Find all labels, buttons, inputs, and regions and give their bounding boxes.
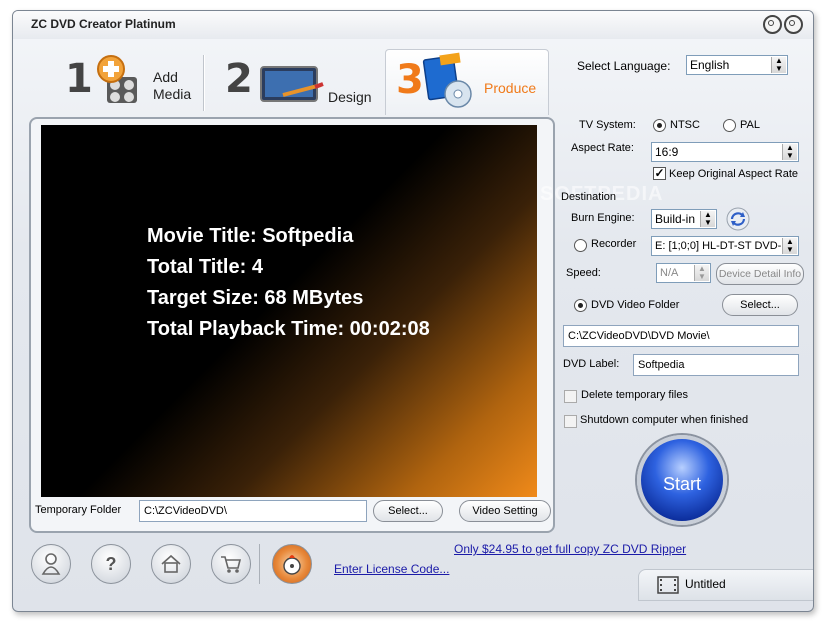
keep-aspect-label: Keep Original Aspect Rate (669, 168, 799, 180)
spin-arrows-icon: ▲ ▼ (782, 238, 797, 254)
home-button[interactable] (151, 544, 191, 584)
add-media-icon (97, 55, 137, 103)
license-link[interactable]: Enter License Code... (334, 562, 449, 576)
preview-screen: Movie Title: Softpedia Total Title: 4 Ta… (41, 125, 537, 497)
speed-label: Speed: (566, 267, 601, 279)
aspect-rate-select[interactable]: 16:9 ▲ ▼ (651, 142, 799, 162)
burn-engine-label: Burn Engine: (571, 212, 635, 224)
recorder-value: E: [1;0;0] HL-DT-ST DVD- (655, 240, 782, 252)
pal-label: PAL (740, 119, 760, 131)
film-icon (657, 576, 679, 594)
temp-folder-value: C:\ZCVideoDVD\ (144, 505, 227, 517)
tab-produce[interactable]: 3 Produce (385, 49, 549, 115)
spin-arrows-icon: ▲ ▼ (782, 144, 797, 160)
temp-folder-input[interactable]: C:\ZCVideoDVD\ (139, 500, 367, 522)
video-setting-button[interactable]: Video Setting (459, 500, 551, 522)
delete-temp-label: Delete temporary files (581, 389, 688, 401)
spin-arrows-icon: ▲ ▼ (694, 265, 709, 281)
temp-folder-select-button[interactable]: Select... (373, 500, 443, 522)
spin-arrows-icon: ▲ ▼ (700, 211, 715, 227)
user-button[interactable] (31, 544, 71, 584)
project-status: Untitled (638, 569, 813, 601)
language-select[interactable]: English ▲ ▼ (686, 55, 788, 75)
ntsc-radio[interactable] (653, 119, 666, 132)
tv-system-label: TV System: (579, 119, 636, 131)
recorder-radio[interactable] (574, 239, 587, 252)
tab-number: 1 (65, 56, 93, 102)
aspect-rate-label: Aspect Rate: (571, 142, 634, 154)
preview-playback-time: Total Playback Time: 00:02:08 (147, 318, 430, 340)
preview-panel: Movie Title: Softpedia Total Title: 4 Ta… (29, 117, 555, 533)
help-icon: ? (105, 554, 117, 574)
temp-folder-label: Temporary Folder (35, 504, 122, 516)
tab-design[interactable]: 2 Design (213, 51, 383, 113)
dvd-folder-select-button[interactable]: Select... (722, 294, 798, 316)
design-icon (260, 66, 324, 102)
burn-button[interactable] (272, 544, 312, 584)
spin-arrows-icon: ▲ ▼ (771, 57, 786, 73)
speed-select[interactable]: N/A ▲ ▼ (656, 263, 711, 283)
help-button[interactable]: ? (91, 544, 131, 584)
shutdown-label: Shutdown computer when finished (580, 414, 749, 426)
close-button[interactable] (784, 15, 803, 34)
minimize-button[interactable] (763, 15, 782, 34)
dvd-label-input[interactable]: Softpedia (633, 354, 799, 376)
window-title: ZC DVD Creator Platinum (31, 17, 176, 31)
step-tabs: 1 Add Media 2 Design 3 Produce Select La… (13, 41, 813, 116)
destination-label: Destination (561, 191, 617, 203)
language-value: English (690, 58, 730, 72)
dvd-label-label: DVD Label: (563, 358, 620, 370)
dvd-folder-radio[interactable] (574, 299, 587, 312)
dvd-label-value: Softpedia (638, 359, 685, 371)
burn-engine-select[interactable]: Build-in ▲ ▼ (651, 209, 717, 229)
preview-total-title: Total Title: 4 (147, 256, 263, 278)
keep-aspect-checkbox[interactable]: ✓ (653, 167, 666, 180)
tab-label: Produce (484, 80, 537, 96)
home-icon (161, 554, 181, 573)
tab-number: 2 (225, 56, 253, 102)
ntsc-label: NTSC (670, 119, 700, 131)
delete-temp-checkbox[interactable] (564, 390, 577, 403)
preview-target-size: Target Size: 68 MBytes (147, 287, 364, 309)
speed-value: N/A (660, 267, 679, 279)
language-label: Select Language: (577, 59, 671, 73)
tab-add-media[interactable]: 1 Add Media (53, 51, 203, 113)
start-button[interactable]: Start (637, 435, 727, 525)
user-icon (41, 553, 61, 575)
shutdown-checkbox[interactable] (564, 415, 577, 428)
flame-disc-icon (283, 555, 301, 575)
preview-movie-title: Movie Title: Softpedia (147, 225, 354, 247)
aspect-rate-value: 16:9 (655, 145, 679, 159)
produce-icon (422, 52, 472, 108)
tab-separator (203, 55, 205, 111)
dvd-folder-path-value: C:\ZCVideoDVD\DVD Movie\ (568, 330, 710, 342)
shop-button[interactable] (211, 544, 251, 584)
cart-icon (221, 556, 242, 573)
burn-engine-value: Build-in (655, 212, 696, 226)
recorder-label: Recorder (591, 238, 637, 250)
recorder-select[interactable]: E: [1;0;0] HL-DT-ST DVD- ▲ ▼ (651, 236, 799, 256)
dvd-folder-label: DVD Video Folder (591, 299, 680, 311)
tab-label-line1: Add (153, 69, 178, 85)
dvd-folder-path-input[interactable]: C:\ZCVideoDVD\DVD Movie\ (563, 325, 799, 347)
main-window: ZC DVD Creator Platinum 1 Add Media 2 De… (12, 10, 814, 612)
project-name: Untitled (685, 577, 726, 591)
device-detail-button[interactable]: Device Detail Info (716, 263, 804, 285)
refresh-icon[interactable] (726, 207, 750, 231)
title-bar: ZC DVD Creator Platinum (13, 11, 813, 39)
button-divider (259, 544, 260, 584)
tab-label-line2: Media (153, 86, 192, 102)
promo-link[interactable]: Only $24.95 to get full copy ZC DVD Ripp… (454, 542, 686, 556)
tab-label: Design (328, 89, 372, 105)
pal-radio[interactable] (723, 119, 736, 132)
